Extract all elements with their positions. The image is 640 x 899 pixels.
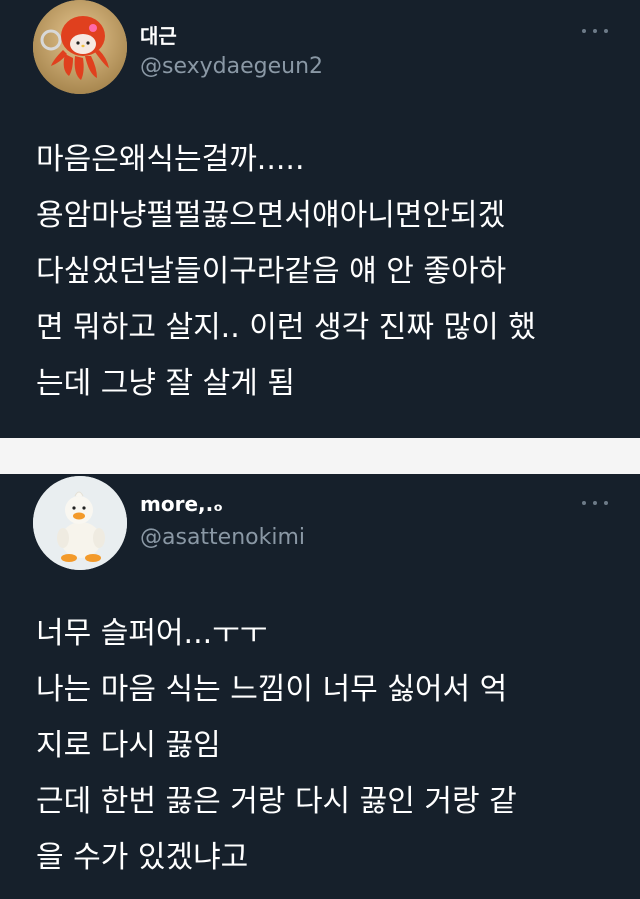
tweet-text-line: 다싶었던날들이구라같음 얘 안 좋아하 [36, 254, 507, 289]
more-dots-icon[interactable] [582, 498, 608, 508]
tweet-text-line: 근데 한번 끓은 거랑 다시 끓인 거랑 같 [36, 784, 517, 819]
tweet-text-line: 나는 마음 식는 느낌이 너무 싫어서 억 [36, 672, 508, 707]
more-dots-icon[interactable] [582, 26, 608, 36]
tweet-text-line: 마음은왜식는걸까..... [36, 142, 305, 177]
tweet-text: 마음은왜식는걸까..... 용암마냥펄펄끓으면서얘아니면안되겠 다싶었던날들이구… [36, 132, 626, 412]
tweet-text-line: 는데 그냥 잘 살게 됨 [36, 366, 295, 401]
tweet-text-line: 너무 슬퍼어...ㅜㅜ [36, 616, 268, 651]
duck-avatar-icon [33, 476, 127, 570]
tweet-text-line: 지로 다시 끓임 [36, 728, 221, 763]
tweet-text: 너무 슬퍼어...ㅜㅜ 나는 마음 식는 느낌이 너무 싫어서 억 지로 다시 … [36, 606, 626, 886]
avatar[interactable] [33, 476, 127, 570]
octopus-avatar-icon [33, 0, 127, 94]
tweet-card[interactable]: 대근 @sexydaegeun2 마음은왜식는걸까..... 용암마냥펄펄끓으면… [0, 0, 640, 438]
tweet-card[interactable]: more,.ₒ @asattenokimi 너무 슬퍼어...ㅜㅜ 나는 마음 … [0, 474, 640, 899]
tweet-text-line: 을 수가 있겠냐고 [36, 840, 249, 875]
avatar[interactable] [33, 0, 127, 94]
tweet-text-line: 면 뭐하고 살지.. 이런 생각 진짜 많이 했 [36, 310, 536, 345]
display-name[interactable]: 대근 [140, 20, 177, 49]
user-handle[interactable]: @sexydaegeun2 [140, 54, 323, 79]
display-name[interactable]: more,.ₒ [140, 492, 223, 516]
tweet-text-line: 용암마냥펄펄끓으면서얘아니면안되겠 [36, 198, 506, 233]
user-handle[interactable]: @asattenokimi [140, 525, 305, 550]
